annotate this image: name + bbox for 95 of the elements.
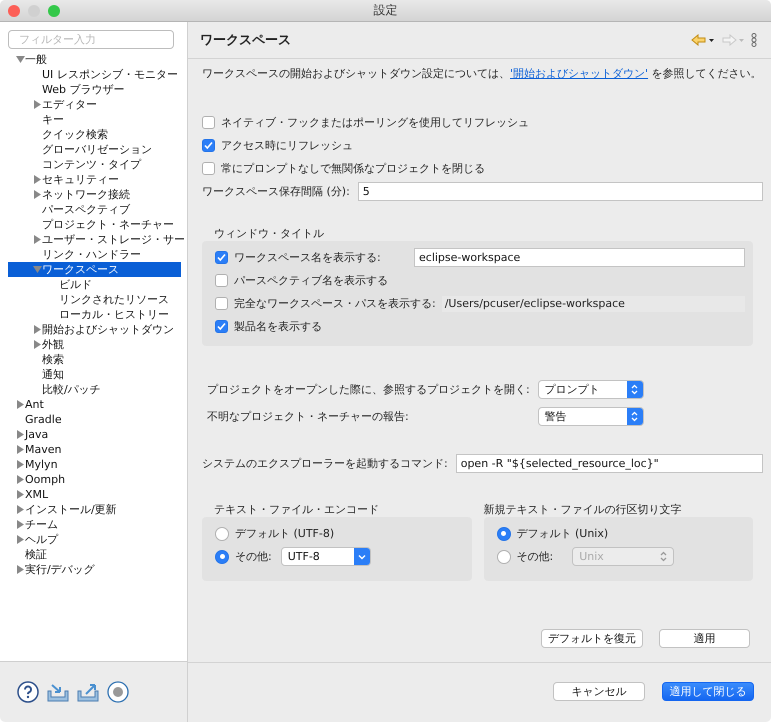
cancel-button[interactable]: キャンセル <box>553 682 645 701</box>
radio-button[interactable] <box>496 526 510 540</box>
tree-item[interactable]: リンク・ハンドラー <box>8 247 181 262</box>
checkbox-label: ワークスペース名を表示する: <box>234 250 382 265</box>
apply-button[interactable]: 適用 <box>659 629 750 648</box>
tree-item[interactable]: 開始およびシャットダウン <box>8 322 181 337</box>
tree-item[interactable]: セキュリティー <box>8 172 181 187</box>
expanded-arrow-icon[interactable] <box>16 55 25 64</box>
command-field[interactable]: open -R "${selected_resource_loc}" <box>456 454 763 473</box>
collapsed-arrow-icon[interactable] <box>16 400 25 409</box>
tree-item[interactable]: ワークスペース <box>8 262 181 277</box>
checkbox[interactable] <box>202 139 215 152</box>
radio-label: その他: <box>516 549 554 564</box>
checkbox-label: 製品名を表示する <box>234 319 322 334</box>
up-down-chevron-icon <box>660 551 668 562</box>
tree-item[interactable]: Mylyn <box>8 457 181 472</box>
save-interval-field[interactable]: 5 <box>358 182 763 201</box>
tree-item[interactable]: Oomph <box>8 472 181 487</box>
tree-item[interactable]: XML <box>8 487 181 502</box>
tree-item[interactable]: キー <box>8 112 181 127</box>
tree-item[interactable]: 一般 <box>8 52 181 67</box>
up-down-chevron-icon <box>631 411 638 422</box>
dropdown[interactable]: UTF-8 <box>280 547 371 566</box>
checkbox-label: パースペクティブ名を表示する <box>234 273 388 288</box>
restore-defaults-button[interactable]: デフォルトを復元 <box>541 629 643 648</box>
tree-item[interactable]: Maven <box>8 442 181 457</box>
startup-link[interactable]: '開始およびシャットダウン' <box>510 67 648 80</box>
tree-item[interactable]: 検証 <box>8 547 181 562</box>
menu-icon[interactable] <box>751 33 757 47</box>
tree-item[interactable]: ヘルプ <box>8 532 181 547</box>
tree-item[interactable]: チーム <box>8 517 181 532</box>
tree-item[interactable]: ビルド <box>8 277 181 292</box>
radio-label: デフォルト (UTF-8) <box>235 526 334 541</box>
group-title: テキスト・ファイル・エンコード <box>213 502 380 517</box>
group-title: 新規テキスト・ファイルの行区切り文字 <box>484 502 682 517</box>
help-icon[interactable] <box>17 681 39 703</box>
page-title: ワークスペース <box>200 32 291 49</box>
radio-label: デフォルト (Unix) <box>516 526 608 541</box>
export-icon[interactable] <box>77 682 99 702</box>
checkbox-label: ネイティブ・フックまたはポーリングを使用してリフレッシュ <box>221 115 529 130</box>
checkbox[interactable] <box>215 251 228 264</box>
tree-item[interactable]: Ant <box>8 397 181 412</box>
tree-item[interactable]: コンテンツ・タイプ <box>8 157 181 172</box>
workspace-name-field[interactable]: eclipse-workspace <box>414 248 745 267</box>
radio-button[interactable] <box>215 526 229 540</box>
checkbox[interactable] <box>215 320 228 333</box>
checkbox[interactable] <box>202 116 215 129</box>
checkbox[interactable] <box>215 297 228 310</box>
tree-item[interactable]: Web ブラウザー <box>8 82 181 97</box>
tree-item[interactable]: グローバリゼーション <box>8 142 181 157</box>
field-label: 不明なプロジェクト・ネーチャーの報告: <box>207 409 410 424</box>
dropdown[interactable]: プロンプト <box>538 380 644 399</box>
workspace-path-text: /Users/pcuser/eclipse-workspace <box>442 296 745 312</box>
radio-button[interactable] <box>496 550 510 564</box>
window-title: 設定 <box>372 2 398 19</box>
checkbox-label: 常にプロンプトなしで無関係なプロジェクトを閉じる <box>221 161 485 176</box>
tree-item[interactable]: Gradle <box>8 412 181 427</box>
radio-button[interactable] <box>215 550 229 564</box>
import-icon[interactable] <box>47 682 69 702</box>
field-label: システムのエクスプローラーを起動するコマンド: <box>202 456 448 471</box>
tree-item[interactable]: Java <box>8 427 181 442</box>
close-button[interactable] <box>8 4 20 16</box>
description-text: ワークスペースの開始およびシャットダウン設定については、'開始およびシャットダウン' を参照してください。 <box>202 67 763 81</box>
checkbox-label: 完全なワークスペース・パスを表示する: <box>234 296 436 311</box>
field-label: プロジェクトをオープンした際に、参照するプロジェクトを開く: <box>207 382 530 397</box>
tree-item[interactable]: 外観 <box>8 337 181 352</box>
tree-item[interactable]: ネットワーク接続 <box>8 187 181 202</box>
tree-item[interactable]: 実行/デバッグ <box>8 562 181 577</box>
tree-item[interactable]: クイック検索 <box>8 127 181 142</box>
tree-item[interactable]: パースペクティブ <box>8 202 181 217</box>
field-label: ワークスペース保存間隔 (分): <box>202 184 350 199</box>
apply-and-close-button[interactable]: 適用して閉じる <box>662 682 754 701</box>
tree-item[interactable]: 通知 <box>8 367 181 382</box>
group-title: ウィンドウ・タイトル <box>213 226 325 241</box>
collapsed-arrow-icon[interactable] <box>33 100 42 109</box>
chevron-down-icon <box>358 554 366 560</box>
tree-item[interactable]: プロジェクト・ネーチャー <box>8 217 181 232</box>
up-down-chevron-icon <box>631 384 638 395</box>
tree-item[interactable]: エディター <box>8 97 181 112</box>
radio-label: その他: <box>235 549 272 564</box>
record-icon[interactable] <box>107 681 129 703</box>
tree-item[interactable]: 検索 <box>8 352 181 367</box>
collapsed-arrow-icon[interactable] <box>16 565 25 574</box>
tree-item[interactable]: リンクされたリソース <box>8 292 181 307</box>
checkbox-label: アクセス時にリフレッシュ <box>221 138 353 153</box>
filter-field[interactable]: フィルター入力 <box>8 30 174 49</box>
back-arrow-icon[interactable] <box>691 34 715 46</box>
collapsed-arrow-icon[interactable] <box>33 235 42 244</box>
tree-item[interactable]: インストール/更新 <box>8 502 181 517</box>
tree-item[interactable]: UI レスポンシブ・モニター <box>8 67 181 82</box>
checkbox[interactable] <box>215 274 228 287</box>
checkbox[interactable] <box>202 162 215 175</box>
tree-item[interactable]: 比較/パッチ <box>8 382 181 397</box>
tree-item[interactable]: ローカル・ヒストリー <box>8 307 181 322</box>
dropdown[interactable]: 警告 <box>538 407 644 426</box>
